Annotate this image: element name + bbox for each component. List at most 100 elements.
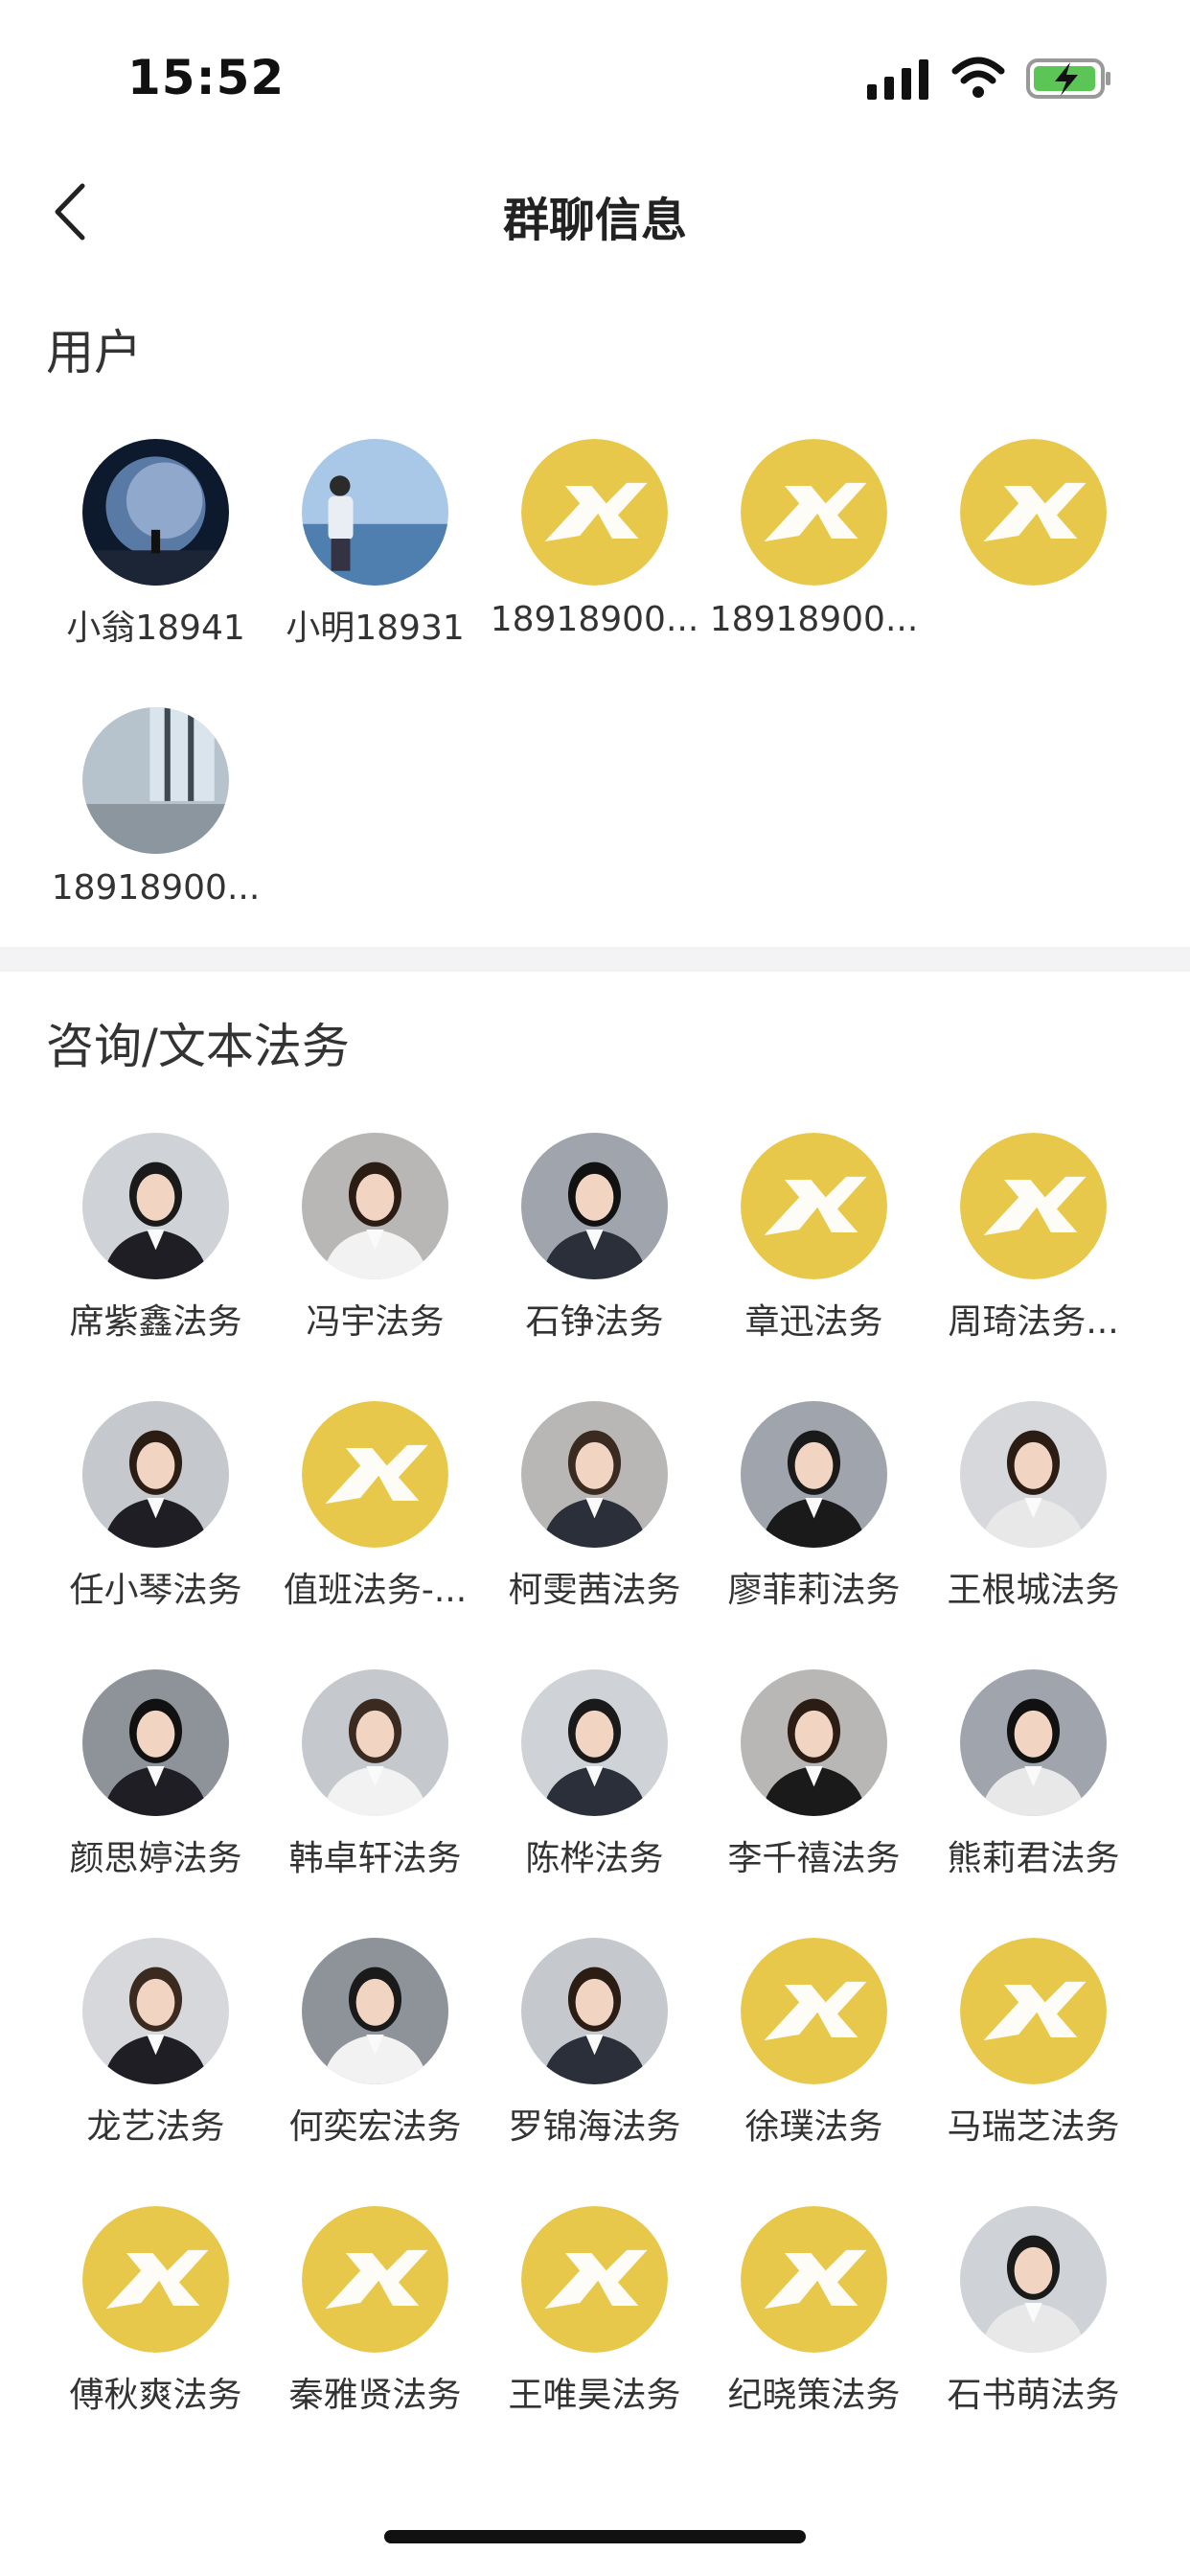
wifi-icon [951, 57, 1005, 98]
users-member[interactable]: 小翁18941 [46, 439, 265, 688]
legal-member[interactable]: 周琦法务... [924, 1133, 1143, 1382]
app-logo-avatar-icon [741, 439, 887, 586]
legal-section-title: 咨询/文本法务 [46, 1019, 350, 1074]
legal-member[interactable]: 陈桦法务 [485, 1669, 704, 1919]
users-member[interactable]: 18918900... [46, 707, 265, 956]
member-name: 何奕宏法务 [288, 2107, 462, 2147]
avatar [302, 439, 448, 586]
app-logo-avatar-icon [960, 439, 1107, 586]
member-name: 韩卓轩法务 [288, 1839, 462, 1878]
avatar [82, 1133, 229, 1279]
member-name: 小明18931 [286, 609, 465, 648]
member-name: 罗锦海法务 [508, 2107, 681, 2147]
legal-member[interactable]: 柯雯茜法务 [485, 1401, 704, 1650]
app-logo-avatar-icon [521, 439, 668, 586]
status-bar: 15:52 [0, 0, 1190, 144]
avatar [960, 2206, 1107, 2353]
app-logo-avatar-icon [741, 1938, 887, 2084]
app-logo-avatar-icon [960, 1133, 1107, 1279]
member-name: 柯雯茜法务 [508, 1571, 681, 1610]
app-logo-avatar-icon [302, 1401, 448, 1548]
legal-member[interactable]: 冯宇法务 [265, 1133, 485, 1382]
avatar [302, 1938, 448, 2084]
avatar [302, 1133, 448, 1279]
users-member[interactable]: 18918900... [704, 439, 924, 688]
avatar [741, 1401, 887, 1548]
member-name: 徐璞法务 [744, 2107, 883, 2147]
member-name: 纪晓策法务 [727, 2376, 901, 2415]
avatar [521, 1401, 668, 1548]
legal-member[interactable]: 任小琴法务 [46, 1401, 265, 1650]
member-name: 傅秋爽法务 [69, 2376, 242, 2415]
avatar [741, 1669, 887, 1816]
member-name: 章迅法务 [744, 1302, 883, 1342]
member-name: 值班法务-... [283, 1571, 468, 1610]
avatar [521, 1133, 668, 1279]
legal-member[interactable]: 廖菲莉法务 [704, 1401, 924, 1650]
avatar [82, 1401, 229, 1548]
member-name: 陈桦法务 [525, 1839, 664, 1878]
member-name: 秦雅贤法务 [288, 2376, 462, 2415]
member-name: 熊莉君法务 [947, 1839, 1120, 1878]
legal-member[interactable]: 纪晓策法务 [704, 2206, 924, 2455]
avatar [960, 1669, 1107, 1816]
app-logo-avatar-icon [741, 1133, 887, 1279]
avatar [521, 1669, 668, 1816]
legal-member[interactable]: 龙艺法务 [46, 1938, 265, 2187]
avatar [521, 1938, 668, 2084]
member-name: 石书萌法务 [947, 2376, 1120, 2415]
legal-member[interactable]: 颜思婷法务 [46, 1669, 265, 1919]
member-name: 颜思婷法务 [69, 1839, 242, 1878]
legal-member[interactable]: 王根城法务 [924, 1401, 1143, 1650]
legal-member[interactable]: 石铮法务 [485, 1133, 704, 1382]
legal-member[interactable]: 徐璞法务 [704, 1938, 924, 2187]
member-name: 小翁18941 [66, 609, 245, 648]
legal-member[interactable]: 值班法务-... [265, 1401, 485, 1650]
app-logo-avatar-icon [302, 2206, 448, 2353]
avatar [82, 439, 229, 586]
app-logo-avatar-icon [960, 1938, 1107, 2084]
member-name: 石铮法务 [525, 1302, 664, 1342]
member-name: 李千禧法务 [727, 1839, 901, 1878]
legal-member[interactable]: 韩卓轩法务 [265, 1669, 485, 1919]
legal-member[interactable]: 马瑞芝法务 [924, 1938, 1143, 2187]
legal-member[interactable]: 石书萌法务 [924, 2206, 1143, 2455]
legal-member[interactable]: 李千禧法务 [704, 1669, 924, 1919]
legal-member[interactable]: 王唯昊法务 [485, 2206, 704, 2455]
status-time: 15:52 [127, 50, 286, 105]
member-name: 龙艺法务 [86, 2107, 225, 2147]
signal-icon [867, 59, 928, 100]
users-section-title: 用户 [46, 325, 142, 380]
legal-member[interactable]: 何奕宏法务 [265, 1938, 485, 2187]
member-name: 任小琴法务 [69, 1571, 242, 1610]
users-member[interactable]: 小明18931 [265, 439, 485, 688]
legal-member[interactable]: 章迅法务 [704, 1133, 924, 1382]
member-name: 18918900... [51, 868, 261, 908]
legal-member[interactable]: 傅秋爽法务 [46, 2206, 265, 2455]
avatar [302, 1669, 448, 1816]
app-logo-avatar-icon [741, 2206, 887, 2353]
member-name: 廖菲莉法务 [727, 1571, 901, 1610]
member-name: 席紫鑫法务 [69, 1302, 242, 1342]
section-divider [0, 947, 1190, 972]
member-name: 18918900... [490, 600, 699, 639]
app-logo-avatar-icon [82, 2206, 229, 2353]
legal-member[interactable]: 席紫鑫法务 [46, 1133, 265, 1382]
legal-member[interactable]: 罗锦海法务 [485, 1938, 704, 2187]
member-name: 周琦法务... [948, 1302, 1119, 1342]
users-member[interactable]: 18918900... [485, 439, 704, 688]
legal-member[interactable]: 秦雅贤法务 [265, 2206, 485, 2455]
users-member[interactable] [924, 439, 1143, 688]
home-indicator [384, 2530, 806, 2543]
nav-bar: 群聊信息 [0, 163, 1190, 259]
avatar [82, 707, 229, 854]
legal-member[interactable]: 熊莉君法务 [924, 1669, 1143, 1919]
member-name: 冯宇法务 [306, 1302, 445, 1342]
member-name: 王唯昊法务 [508, 2376, 681, 2415]
battery-charging-icon [1026, 58, 1110, 99]
avatar [960, 1401, 1107, 1548]
avatar [82, 1938, 229, 2084]
member-name: 王根城法务 [947, 1571, 1120, 1610]
member-name: 马瑞芝法务 [947, 2107, 1120, 2147]
member-name: 18918900... [709, 600, 919, 639]
